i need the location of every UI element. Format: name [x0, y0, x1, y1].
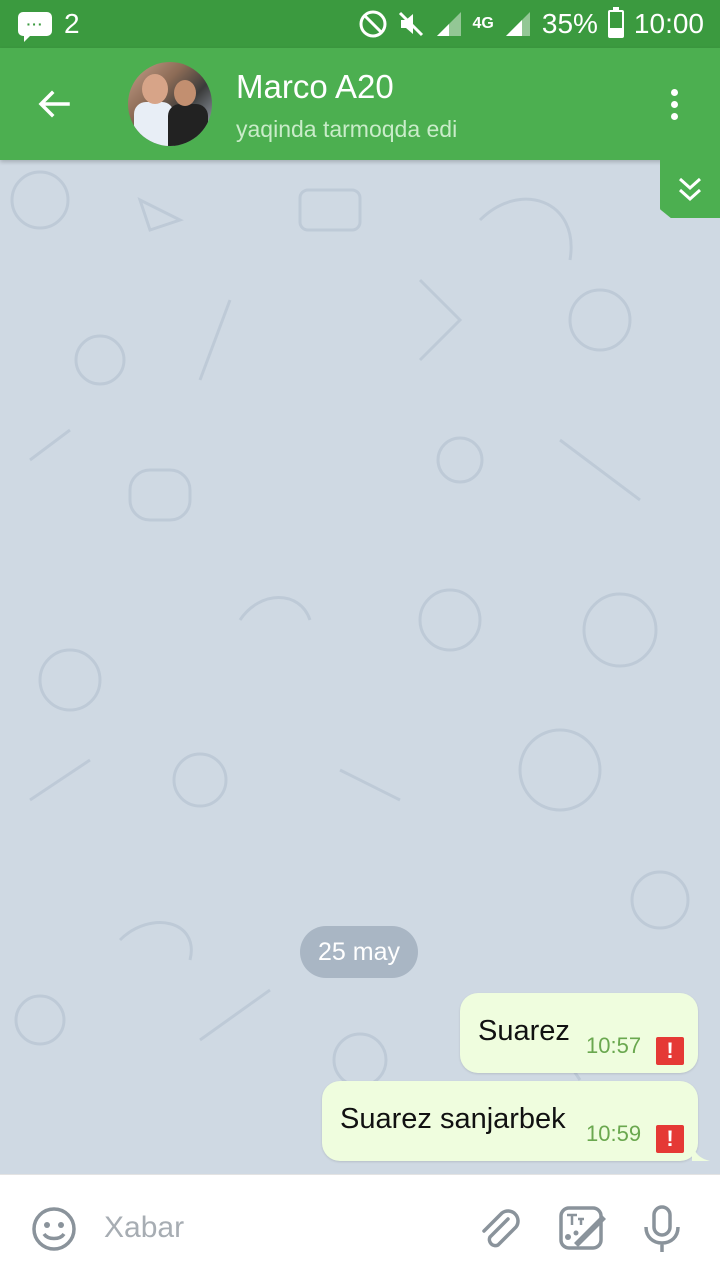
date-divider: 25 may — [300, 926, 418, 978]
scroll-down-button[interactable] — [660, 160, 720, 218]
attach-icon — [482, 1209, 520, 1248]
message-bubble[interactable]: Suarez sanjarbek 10:59 ! — [322, 1081, 698, 1161]
sticker-button[interactable] — [554, 1201, 610, 1257]
message-notification-icon: ··· — [18, 12, 52, 42]
battery-percent: 35% — [541, 8, 598, 39]
dnd-icon — [359, 10, 387, 38]
back-arrow-icon — [38, 90, 70, 118]
notification-count: 2 — [64, 8, 80, 39]
message-bubble[interactable]: Suarez 10:57 ! — [460, 993, 698, 1073]
avatar[interactable] — [128, 62, 212, 146]
emoji-icon — [32, 1207, 76, 1251]
signal-icon — [504, 10, 532, 38]
message-time: 10:57 — [586, 1033, 642, 1058]
error-icon[interactable]: ! — [656, 1037, 684, 1065]
chat-header: Marco A20 yaqinda tarmoqda edi — [0, 48, 720, 160]
message-input[interactable] — [102, 1203, 446, 1253]
signal-icon — [435, 10, 463, 38]
mic-button[interactable] — [634, 1201, 690, 1257]
back-button[interactable] — [22, 72, 86, 136]
mic-icon — [644, 1205, 680, 1252]
message-text: Suarez sanjarbek — [340, 1103, 566, 1135]
error-icon[interactable]: ! — [656, 1125, 684, 1153]
chat-area[interactable]: 25 may Suarez 10:57 ! Suarez sanjarbek 1… — [0, 160, 720, 1174]
contact-name[interactable]: Marco A20 — [236, 68, 394, 106]
mute-icon — [397, 10, 425, 38]
message-text: Suarez — [478, 1015, 570, 1047]
battery-icon — [607, 7, 624, 38]
message-time: 10:59 — [586, 1121, 642, 1146]
more-vert-icon[interactable] — [654, 84, 694, 124]
bubble-tail — [692, 1142, 710, 1161]
message-input-bar — [0, 1174, 720, 1281]
emoji-button[interactable] — [26, 1201, 82, 1257]
attach-button[interactable] — [470, 1201, 526, 1257]
scroll-down-icon — [678, 177, 702, 202]
network-type: 4G — [472, 15, 494, 32]
contact-status: yaqinda tarmoqda edi — [236, 116, 458, 142]
clock: 10:00 — [633, 8, 704, 39]
sticker-icon — [559, 1206, 606, 1250]
status-bar: ··· 2 4G 35% 10:00 — [0, 0, 720, 48]
